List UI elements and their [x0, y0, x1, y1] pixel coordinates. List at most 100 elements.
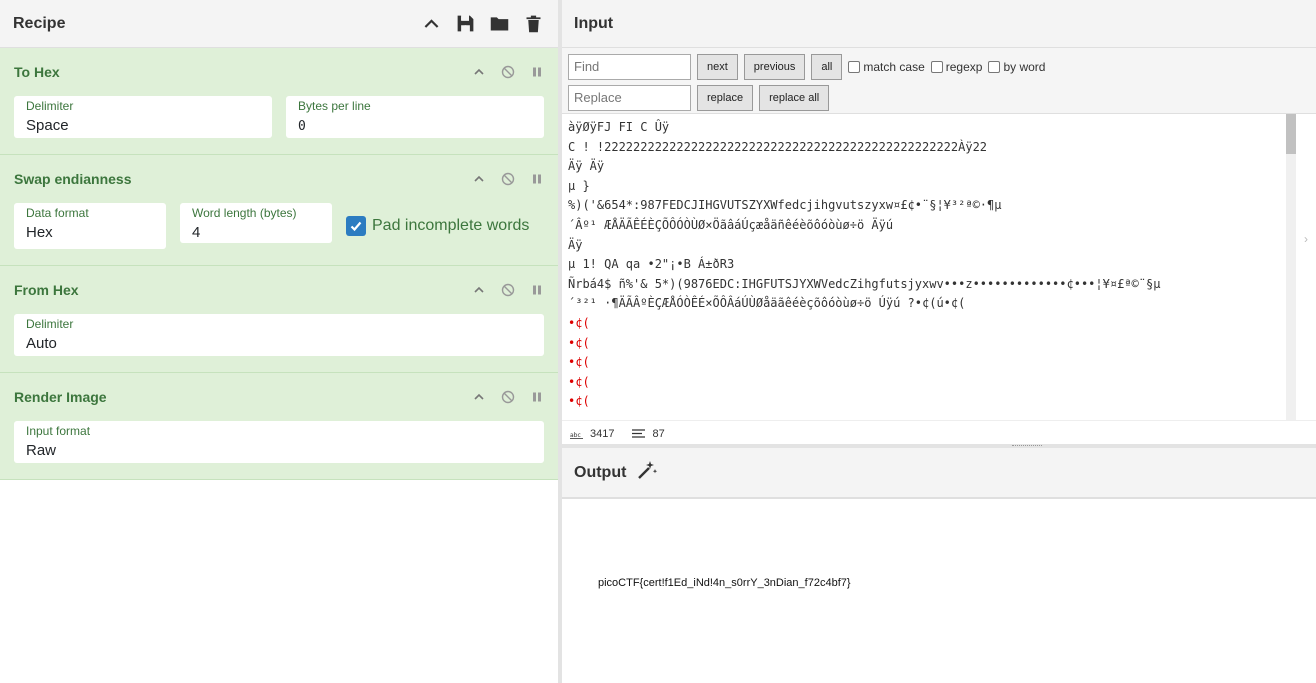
input-line: %)('&654*:987FEDCJIHGVUTSZYXWfedcjihgvut… [568, 198, 1002, 213]
word-length-field[interactable]: Word length (bytes) 4 [180, 203, 332, 243]
input-status-bar: abc 3417 87 [562, 420, 1316, 446]
bytes-per-line-field[interactable]: Bytes per line 0 [286, 96, 544, 138]
input-line: C ! !22222222222222222222222222222222222… [568, 139, 988, 154]
lines-icon [632, 428, 646, 438]
scrollbar-thumb[interactable] [1286, 114, 1296, 154]
delimiter-field[interactable]: Delimiter Space [14, 96, 272, 138]
input-line: •¢( [568, 394, 590, 409]
chevron-right-icon[interactable]: › [1304, 232, 1314, 248]
option-label: by word [1003, 59, 1046, 74]
field-value: 4 [192, 224, 201, 241]
input-line: Ñrbá4$ ñ%'& 5*)(9876EDC:IHGFUTSJYXWVedcZ… [568, 276, 1161, 291]
output-title: Output [574, 463, 627, 481]
disable-icon[interactable] [501, 65, 515, 79]
field-value: Space [26, 117, 69, 134]
lines-stat: 87 [632, 427, 665, 440]
input-line: µ } [568, 178, 590, 193]
input-line: ´³²¹ ·¶ÄÃÂºÈÇÆÅÓÒÊÉ×ÕÔÂáÚÙØåäãêéèçõôóòùø… [568, 296, 966, 311]
input-format-field[interactable]: Input format Raw [14, 421, 544, 463]
editor-gutter: › [1298, 114, 1316, 420]
pause-icon[interactable] [530, 283, 544, 297]
checkbox-label: Pad incomplete words [372, 217, 530, 234]
field-label: Word length (bytes) [192, 206, 297, 220]
field-label: Input format [26, 424, 91, 438]
search-panel: Find next previous all match case regexp… [562, 48, 1316, 114]
svg-text:abc: abc [570, 432, 581, 439]
all-button[interactable]: all [811, 53, 843, 80]
checkbox-icon[interactable] [930, 60, 943, 73]
recipe-title: Recipe [13, 14, 66, 32]
input-line: Äÿ Äÿ [568, 159, 605, 174]
checkbox-icon[interactable] [988, 60, 1001, 73]
operation-title: Swap endianness [14, 171, 132, 187]
input-line: àÿØÿFJ FI C Ûÿ [568, 120, 670, 134]
length-stat: abc 3417 [570, 428, 614, 440]
magic-wand-icon[interactable] [636, 459, 658, 486]
text-length-icon: abc [570, 432, 583, 439]
operation-title: Render Image [14, 389, 107, 405]
cyberchef-app: Recipe To Hex Delimiter Space Bytes per … [0, 0, 1316, 683]
option-label: regexp [945, 59, 983, 74]
pause-icon[interactable] [530, 390, 544, 404]
output-viewer[interactable]: picoCTF{cert!f1Ed_iNd!4n_s0rrY_3nDian_f7… [562, 498, 1316, 683]
option-label: match case [863, 59, 925, 74]
pad-incomplete-words-checkbox[interactable]: Pad incomplete words [346, 203, 529, 249]
editor-scrollbar[interactable] [1286, 114, 1296, 420]
input-line: µ 1! QA qa •2"¡•B Á±ðR3 [568, 257, 735, 272]
operation-title: From Hex [14, 282, 79, 298]
input-line: •¢( [568, 315, 590, 330]
replace-all-button[interactable]: replace all [759, 84, 830, 111]
output-pane: Output picoCTF{cert!f1Ed_iNd!4n_s0rrY_3n… [562, 448, 1316, 683]
field-value: 0 [298, 119, 306, 134]
chevron-up-icon[interactable] [472, 172, 486, 186]
length-value: 3417 [590, 427, 615, 440]
field-value: Raw [26, 442, 57, 459]
field-value: Auto [26, 335, 57, 352]
recipe-header: Recipe [0, 0, 558, 48]
pause-icon[interactable] [530, 65, 544, 79]
checkbox-icon[interactable] [848, 60, 861, 73]
replace-button[interactable]: replace [697, 84, 754, 111]
match-case-option[interactable]: match case [848, 59, 925, 74]
field-label: Delimiter [26, 317, 74, 331]
checkbox-checked-icon[interactable] [346, 216, 366, 236]
input-line: ´Âº¹ ÆÅÄÃÊÉÈÇÕÔÓÒÙØ×ÖãâáÚçæåäñêéèõôóòùø÷… [568, 217, 894, 232]
disable-icon[interactable] [501, 390, 515, 404]
replace-input[interactable]: Replace [568, 84, 691, 111]
input-title: Input [574, 14, 614, 32]
recipe-pane: Recipe To Hex Delimiter Space Bytes per … [0, 0, 558, 683]
field-value: Hex [26, 224, 53, 241]
output-header: Output [562, 448, 1316, 498]
input-line: •¢( [568, 374, 590, 389]
input-line: Äÿ [568, 237, 583, 252]
disable-icon[interactable] [501, 172, 515, 186]
chevron-up-icon[interactable] [472, 283, 486, 297]
save-icon[interactable] [455, 13, 476, 34]
regexp-option[interactable]: regexp [930, 59, 983, 74]
data-format-field[interactable]: Data format Hex [14, 203, 166, 249]
folder-icon[interactable] [489, 13, 510, 34]
pause-icon[interactable] [530, 172, 544, 186]
operation-title: To Hex [14, 64, 60, 80]
chevron-up-icon[interactable] [472, 390, 486, 404]
field-label: Delimiter [26, 99, 74, 113]
by-word-option[interactable]: by word [988, 60, 1045, 74]
disable-icon[interactable] [501, 283, 515, 297]
input-pane: Input Find next previous all match case … [562, 0, 1316, 448]
field-label: Data format [26, 206, 89, 220]
input-header: Input [562, 0, 1316, 48]
trash-icon[interactable] [523, 13, 544, 34]
operation-render-image: Render Image Input format Raw [0, 373, 558, 480]
next-button[interactable]: next [697, 53, 738, 80]
lines-value: 87 [652, 427, 665, 440]
operation-swap-endianness: Swap endianness Data format Hex Word len… [0, 155, 558, 266]
operation-to-hex: To Hex Delimiter Space Bytes per line 0 [0, 48, 558, 155]
chevron-up-icon[interactable] [472, 65, 486, 79]
previous-button[interactable]: previous [743, 53, 806, 80]
delimiter-field[interactable]: Delimiter Auto [14, 314, 544, 356]
find-input[interactable]: Find [568, 53, 691, 80]
resize-grip-icon[interactable] [1012, 445, 1042, 447]
input-editor[interactable]: àÿØÿFJ FI C Ûÿ C ! !22222222222222222222… [562, 114, 1316, 420]
chevron-up-icon[interactable] [421, 13, 442, 34]
operation-from-hex: From Hex Delimiter Auto [0, 266, 558, 373]
